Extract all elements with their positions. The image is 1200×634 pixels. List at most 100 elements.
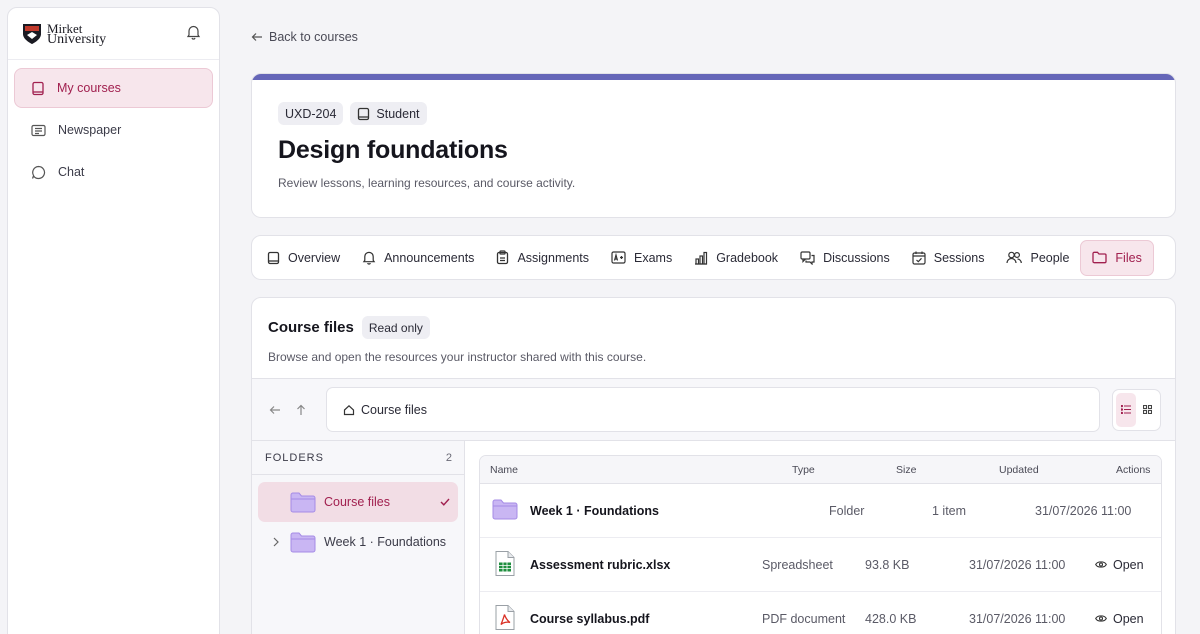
sidebar-item-my-courses[interactable]: My courses [14,68,213,108]
column-actions: Actions [1116,464,1151,476]
sidebar: Mirket University My courses Newspaper C… [7,7,220,634]
back-link-label: Back to courses [269,30,358,44]
brand-name: Mirket University [47,22,106,47]
course-files-panel: Course files Read only Browse and open t… [251,297,1176,634]
files-subtitle: Browse and open the resources your instr… [268,350,647,364]
tab-people[interactable]: People [995,240,1080,276]
tree-item-course-files[interactable]: Course files [258,482,458,522]
file-size: 93.8 KB [865,557,910,572]
file-type: Spreadsheet [762,557,833,572]
folder-icon [1092,251,1108,264]
chevron-right-icon[interactable] [270,537,282,547]
file-type: PDF document [762,611,846,626]
table-row[interactable]: Course syllabus.pdf PDF document 428.0 K… [480,592,1161,634]
discussion-icon [800,250,815,265]
file-size: 1 item [932,503,967,518]
tab-sessions[interactable]: Sessions [901,240,996,276]
tab-overview[interactable]: Overview [256,240,351,276]
file-name[interactable]: Assessment rubric.xlsx [530,558,670,572]
sidebar-nav: My courses Newspaper Chat [8,60,219,200]
file-updated: 31/07/2026 11:00 [969,611,1066,626]
tree-item-week-1[interactable]: Week 1 · Foundations [258,522,458,562]
files-title: Course files [268,319,354,336]
open-file-button[interactable]: Open [1095,612,1144,626]
tree-item-label: Week 1 · Foundations [324,535,447,549]
tab-files[interactable]: Files [1080,239,1154,276]
check-icon [440,495,450,509]
book-icon [358,107,370,120]
tab-label: Overview [288,250,341,265]
grid-view-icon[interactable] [1138,393,1158,427]
chat-bubble-icon [31,165,46,179]
file-updated: 31/07/2026 11:00 [1035,503,1132,518]
tab-label: Announcements [384,250,475,265]
file-browser-toolbar: Course files [252,379,1175,441]
table-row[interactable]: Assessment rubric.xlsx Spreadsheet 93.8 … [480,538,1161,592]
read-only-badge: Read only [361,316,430,339]
file-list: Name Type Size Updated Actions Week 1 · … [479,455,1162,634]
tab-label: Exams [634,250,673,265]
bar-chart-icon [695,251,708,265]
course-subtitle: Review lessons, learning resources, and … [278,176,576,190]
eye-icon [1095,561,1107,568]
tab-discussions[interactable]: Discussions [789,240,901,276]
spreadsheet-file-icon [495,550,515,579]
table-row[interactable]: Week 1 · Foundations Folder 1 item 31/07… [480,484,1161,538]
sidebar-item-newspaper[interactable]: Newspaper [14,110,213,150]
page-title: Design foundations [278,136,508,164]
book-icon [32,81,44,95]
file-list-header: Name Type Size Updated Actions [480,456,1161,484]
tab-label: Gradebook [716,250,779,265]
sidebar-item-chat[interactable]: Chat [14,152,213,192]
course-code-badge: UXD-204 [278,102,344,125]
folder-tree-panel: FOLDERS 2 Course files Week 1 · Foundati… [252,441,465,634]
folder-icon [290,532,316,552]
column-type[interactable]: Type [792,464,815,476]
column-name[interactable]: Name [490,464,518,476]
tab-label: Assignments [517,250,589,265]
course-header: UXD-204 Student Design foundations Revie… [251,73,1176,218]
view-toggle [1112,388,1161,431]
tab-label: Sessions [933,250,985,265]
breadcrumb[interactable]: Course files [326,387,1100,432]
file-name[interactable]: Course syllabus.pdf [530,612,649,626]
column-size[interactable]: Size [896,464,916,476]
shield-crest-icon [23,23,41,44]
sidebar-item-label: My courses [57,81,121,95]
up-arrow-icon[interactable] [294,403,308,417]
sidebar-item-label: Chat [58,165,85,179]
clipboard-icon [497,250,509,265]
list-view-icon[interactable] [1116,392,1136,427]
role-label: Student [376,106,420,121]
file-type: Folder [829,503,865,518]
file-updated: 31/07/2026 11:00 [969,557,1066,572]
calendar-check-icon [912,251,926,265]
bell-icon [362,251,376,265]
back-to-courses-link[interactable]: Back to courses [251,30,358,44]
column-updated[interactable]: Updated [999,464,1039,476]
tab-label: Files [1115,250,1142,265]
pdf-file-icon [495,604,515,633]
bell-icon[interactable] [186,24,201,43]
file-size: 428.0 KB [865,611,917,626]
folders-count: 2 [445,451,452,464]
people-icon [1006,251,1023,264]
open-label: Open [1113,611,1144,626]
eye-icon [1095,615,1107,622]
tab-exams[interactable]: Exams [600,240,683,276]
open-label: Open [1113,557,1144,572]
open-file-button[interactable]: Open [1095,558,1144,572]
book-icon [267,251,280,264]
folder-icon [290,492,316,512]
tab-assignments[interactable]: Assignments [485,240,600,276]
tab-gradebook[interactable]: Gradebook [683,240,789,276]
home-icon [343,404,355,415]
tab-label: Discussions [823,250,890,265]
university-logo[interactable]: Mirket University [22,22,106,47]
file-name[interactable]: Week 1 · Foundations [530,504,659,518]
course-tabs: Overview Announcements Assignments Exams… [251,235,1176,280]
tab-label: People [1030,250,1070,265]
back-arrow-icon[interactable] [268,403,282,417]
tab-announcements[interactable]: Announcements [351,240,485,276]
sidebar-header: Mirket University [8,8,219,60]
